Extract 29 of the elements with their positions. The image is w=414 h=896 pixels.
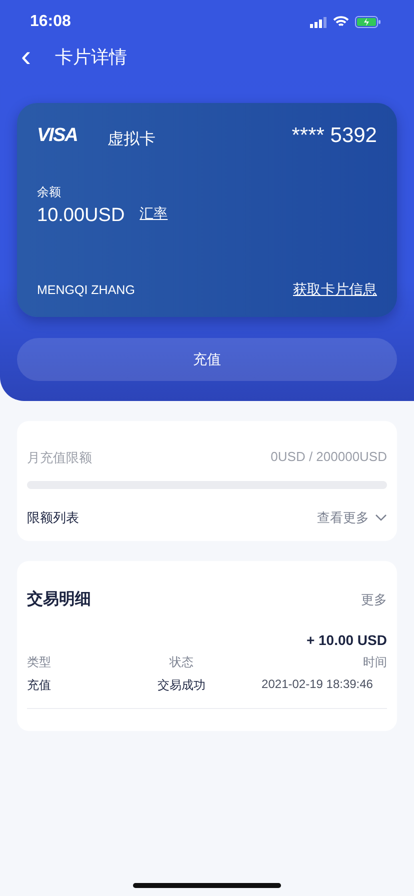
limit-label: 月充值限额 — [27, 449, 92, 467]
limit-list-label: 限额列表 — [27, 509, 79, 527]
top-up-button[interactable]: 充值 — [17, 338, 397, 381]
transaction-amount: + 10.00 USD — [305, 632, 387, 648]
transaction-status: 交易成功 — [157, 677, 206, 694]
card-number: **** 5392 — [292, 124, 377, 148]
limit-value: 0USD / 200000USD — [270, 449, 387, 466]
more-button[interactable]: 更多 — [361, 590, 387, 608]
battery-charging-icon — [355, 16, 381, 28]
exchange-rate-link[interactable]: 汇率 — [140, 205, 168, 223]
view-more-button[interactable]: 查看更多 — [317, 509, 387, 527]
transaction-type: 充值 — [27, 677, 52, 694]
balance-label: 余额 — [37, 184, 62, 201]
column-header: 时间 — [362, 654, 387, 671]
column-header: 类型 — [27, 654, 52, 671]
column-header: 状态 — [169, 654, 194, 671]
chevron-down-icon — [375, 514, 387, 522]
signal-icon — [310, 16, 327, 28]
balance-amount: 10.00USD — [37, 205, 125, 227]
page-title: 卡片详情 — [55, 46, 127, 69]
status-time: 16:08 — [30, 13, 71, 31]
back-button[interactable]: ‹ — [17, 44, 35, 70]
transactions-title: 交易明细 — [27, 589, 91, 610]
cardholder-name: MENGQI ZHANG — [37, 283, 135, 297]
card-info-link[interactable]: 获取卡片信息 — [293, 281, 377, 299]
card-type: 虚拟卡 — [107, 130, 156, 150]
card-brand: VISA — [37, 124, 78, 146]
wifi-icon — [333, 16, 349, 28]
transaction-time: 2021-02-19 18:39:46 — [262, 677, 374, 693]
